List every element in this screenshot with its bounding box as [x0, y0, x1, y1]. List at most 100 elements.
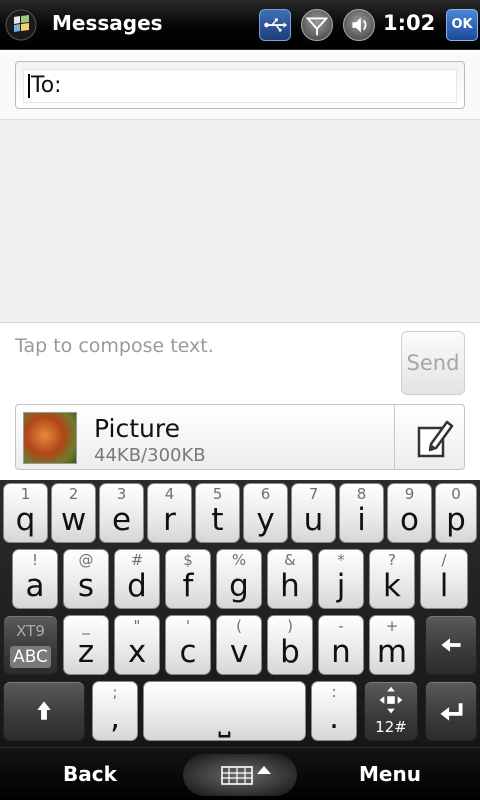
key-q[interactable]: 1q: [3, 483, 48, 543]
key-primary: k: [383, 568, 401, 604]
key-secondary: &: [284, 551, 296, 569]
key-primary: y: [256, 502, 275, 538]
windows-start-icon[interactable]: [4, 8, 40, 42]
space-key[interactable]: ⎵: [143, 681, 306, 741]
key-secondary: ;: [112, 683, 118, 701]
key-secondary: 9: [404, 485, 415, 503]
backspace-key[interactable]: [425, 615, 477, 675]
key-period[interactable]: :.: [311, 681, 357, 741]
key-primary: r: [163, 502, 176, 538]
key-u[interactable]: 7u: [291, 483, 336, 543]
key-secondary: %: [231, 551, 247, 569]
key-primary: n: [331, 634, 351, 670]
key-secondary: $: [183, 551, 193, 569]
key-o[interactable]: 9o: [387, 483, 432, 543]
key-i[interactable]: 8i: [339, 483, 384, 543]
key-primary: a: [25, 568, 45, 604]
usb-connection-icon[interactable]: [259, 9, 291, 41]
key-secondary: ': [185, 617, 191, 635]
app-title: Messages: [52, 11, 163, 35]
key-h[interactable]: & h: [267, 549, 313, 609]
key-secondary: *: [337, 551, 345, 569]
key-primary: h: [280, 568, 300, 604]
key-primary: f: [182, 568, 194, 604]
key-secondary: @: [78, 551, 94, 569]
key-primary: c: [179, 634, 197, 670]
key-primary: q: [15, 502, 36, 538]
key-primary: m: [376, 634, 408, 670]
key-secondary: _: [82, 617, 90, 635]
key-r[interactable]: 4r: [147, 483, 192, 543]
key-s[interactable]: @ s: [63, 549, 109, 609]
key-z[interactable]: _ z: [63, 615, 109, 675]
key-primary: j: [336, 568, 346, 604]
key-v[interactable]: (v: [216, 615, 262, 675]
key-secondary: 6: [260, 485, 271, 503]
key-t[interactable]: 5t: [195, 483, 240, 543]
shift-arrow-icon: [37, 701, 51, 720]
arrow-keys-icon: [379, 686, 403, 714]
key-secondary: #: [130, 551, 144, 569]
key-secondary: :: [331, 683, 337, 701]
key-y[interactable]: 6y: [243, 483, 288, 543]
shift-key[interactable]: [3, 681, 85, 741]
key-e[interactable]: 3e: [99, 483, 144, 543]
abc-label: ABC: [10, 646, 51, 668]
key-f[interactable]: $ f: [165, 549, 211, 609]
to-input[interactable]: To:: [23, 69, 457, 103]
key-primary: t: [211, 502, 224, 538]
key-k[interactable]: ? k: [369, 549, 415, 609]
key-secondary: 2: [68, 485, 79, 503]
attachment-name: Picture: [94, 414, 180, 443]
key-secondary: 1: [20, 485, 31, 503]
back-softkey[interactable]: Back: [0, 748, 180, 800]
key-d[interactable]: # d: [114, 549, 160, 609]
soft-keyboard: 1q 2w 3e 4r 5t 6y 7u 8i 9o 0p ! a @ s # d $…: [0, 480, 480, 747]
key-primary: w: [60, 502, 87, 538]
key-primary: u: [303, 502, 324, 538]
key-w[interactable]: 2w: [51, 483, 96, 543]
volume-icon[interactable]: [343, 9, 375, 41]
key-primary: l: [439, 568, 449, 604]
xt9-label: XT9: [16, 622, 45, 640]
key-n[interactable]: -n: [318, 615, 364, 675]
key-secondary: 7: [308, 485, 319, 503]
key-l[interactable]: / l: [420, 549, 468, 609]
numbers-key[interactable]: 12#: [364, 681, 418, 741]
soft-key-bar: Back Menu: [0, 747, 480, 800]
edit-icon[interactable]: [409, 414, 457, 462]
key-secondary: ): [287, 617, 293, 635]
numbers-label: 12#: [375, 718, 407, 736]
title-bar: Messages 1:02 OK: [0, 0, 480, 50]
key-comma[interactable]: ;,: [92, 681, 138, 741]
to-field[interactable]: To:: [15, 61, 465, 109]
input-mode-key[interactable]: XT9 ABC: [3, 615, 58, 675]
key-secondary: (: [236, 617, 242, 635]
key-x[interactable]: " x: [114, 615, 160, 675]
space-icon: ⎵: [218, 702, 231, 738]
key-p[interactable]: 0p: [435, 483, 477, 543]
compose-input[interactable]: Tap to compose text.: [15, 335, 214, 357]
send-button[interactable]: Send: [401, 331, 465, 395]
key-j[interactable]: * j: [318, 549, 364, 609]
menu-softkey[interactable]: Menu: [300, 748, 480, 800]
key-primary: x: [127, 634, 147, 670]
key-g[interactable]: % g: [216, 549, 262, 609]
signal-icon[interactable]: [301, 9, 333, 41]
key-primary: z: [77, 634, 95, 670]
key-b[interactable]: ) b: [267, 615, 313, 675]
key-secondary: 3: [116, 485, 127, 503]
keyboard-toggle[interactable]: [183, 754, 297, 796]
key-m[interactable]: + m: [369, 615, 415, 675]
compose-area: Tap to compose text. Send Picture 44KB/3…: [0, 323, 480, 480]
key-primary: p: [446, 502, 466, 538]
attachment-item[interactable]: Picture 44KB/300KB: [15, 404, 465, 470]
key-a[interactable]: ! a: [12, 549, 58, 609]
ok-button[interactable]: OK: [446, 9, 478, 41]
enter-key[interactable]: [425, 681, 477, 741]
key-secondary: -: [338, 617, 344, 635]
clock: 1:02: [383, 11, 436, 35]
key-c[interactable]: ' c: [165, 615, 211, 675]
key-primary: d: [127, 568, 147, 604]
conversation-area: [0, 120, 480, 323]
